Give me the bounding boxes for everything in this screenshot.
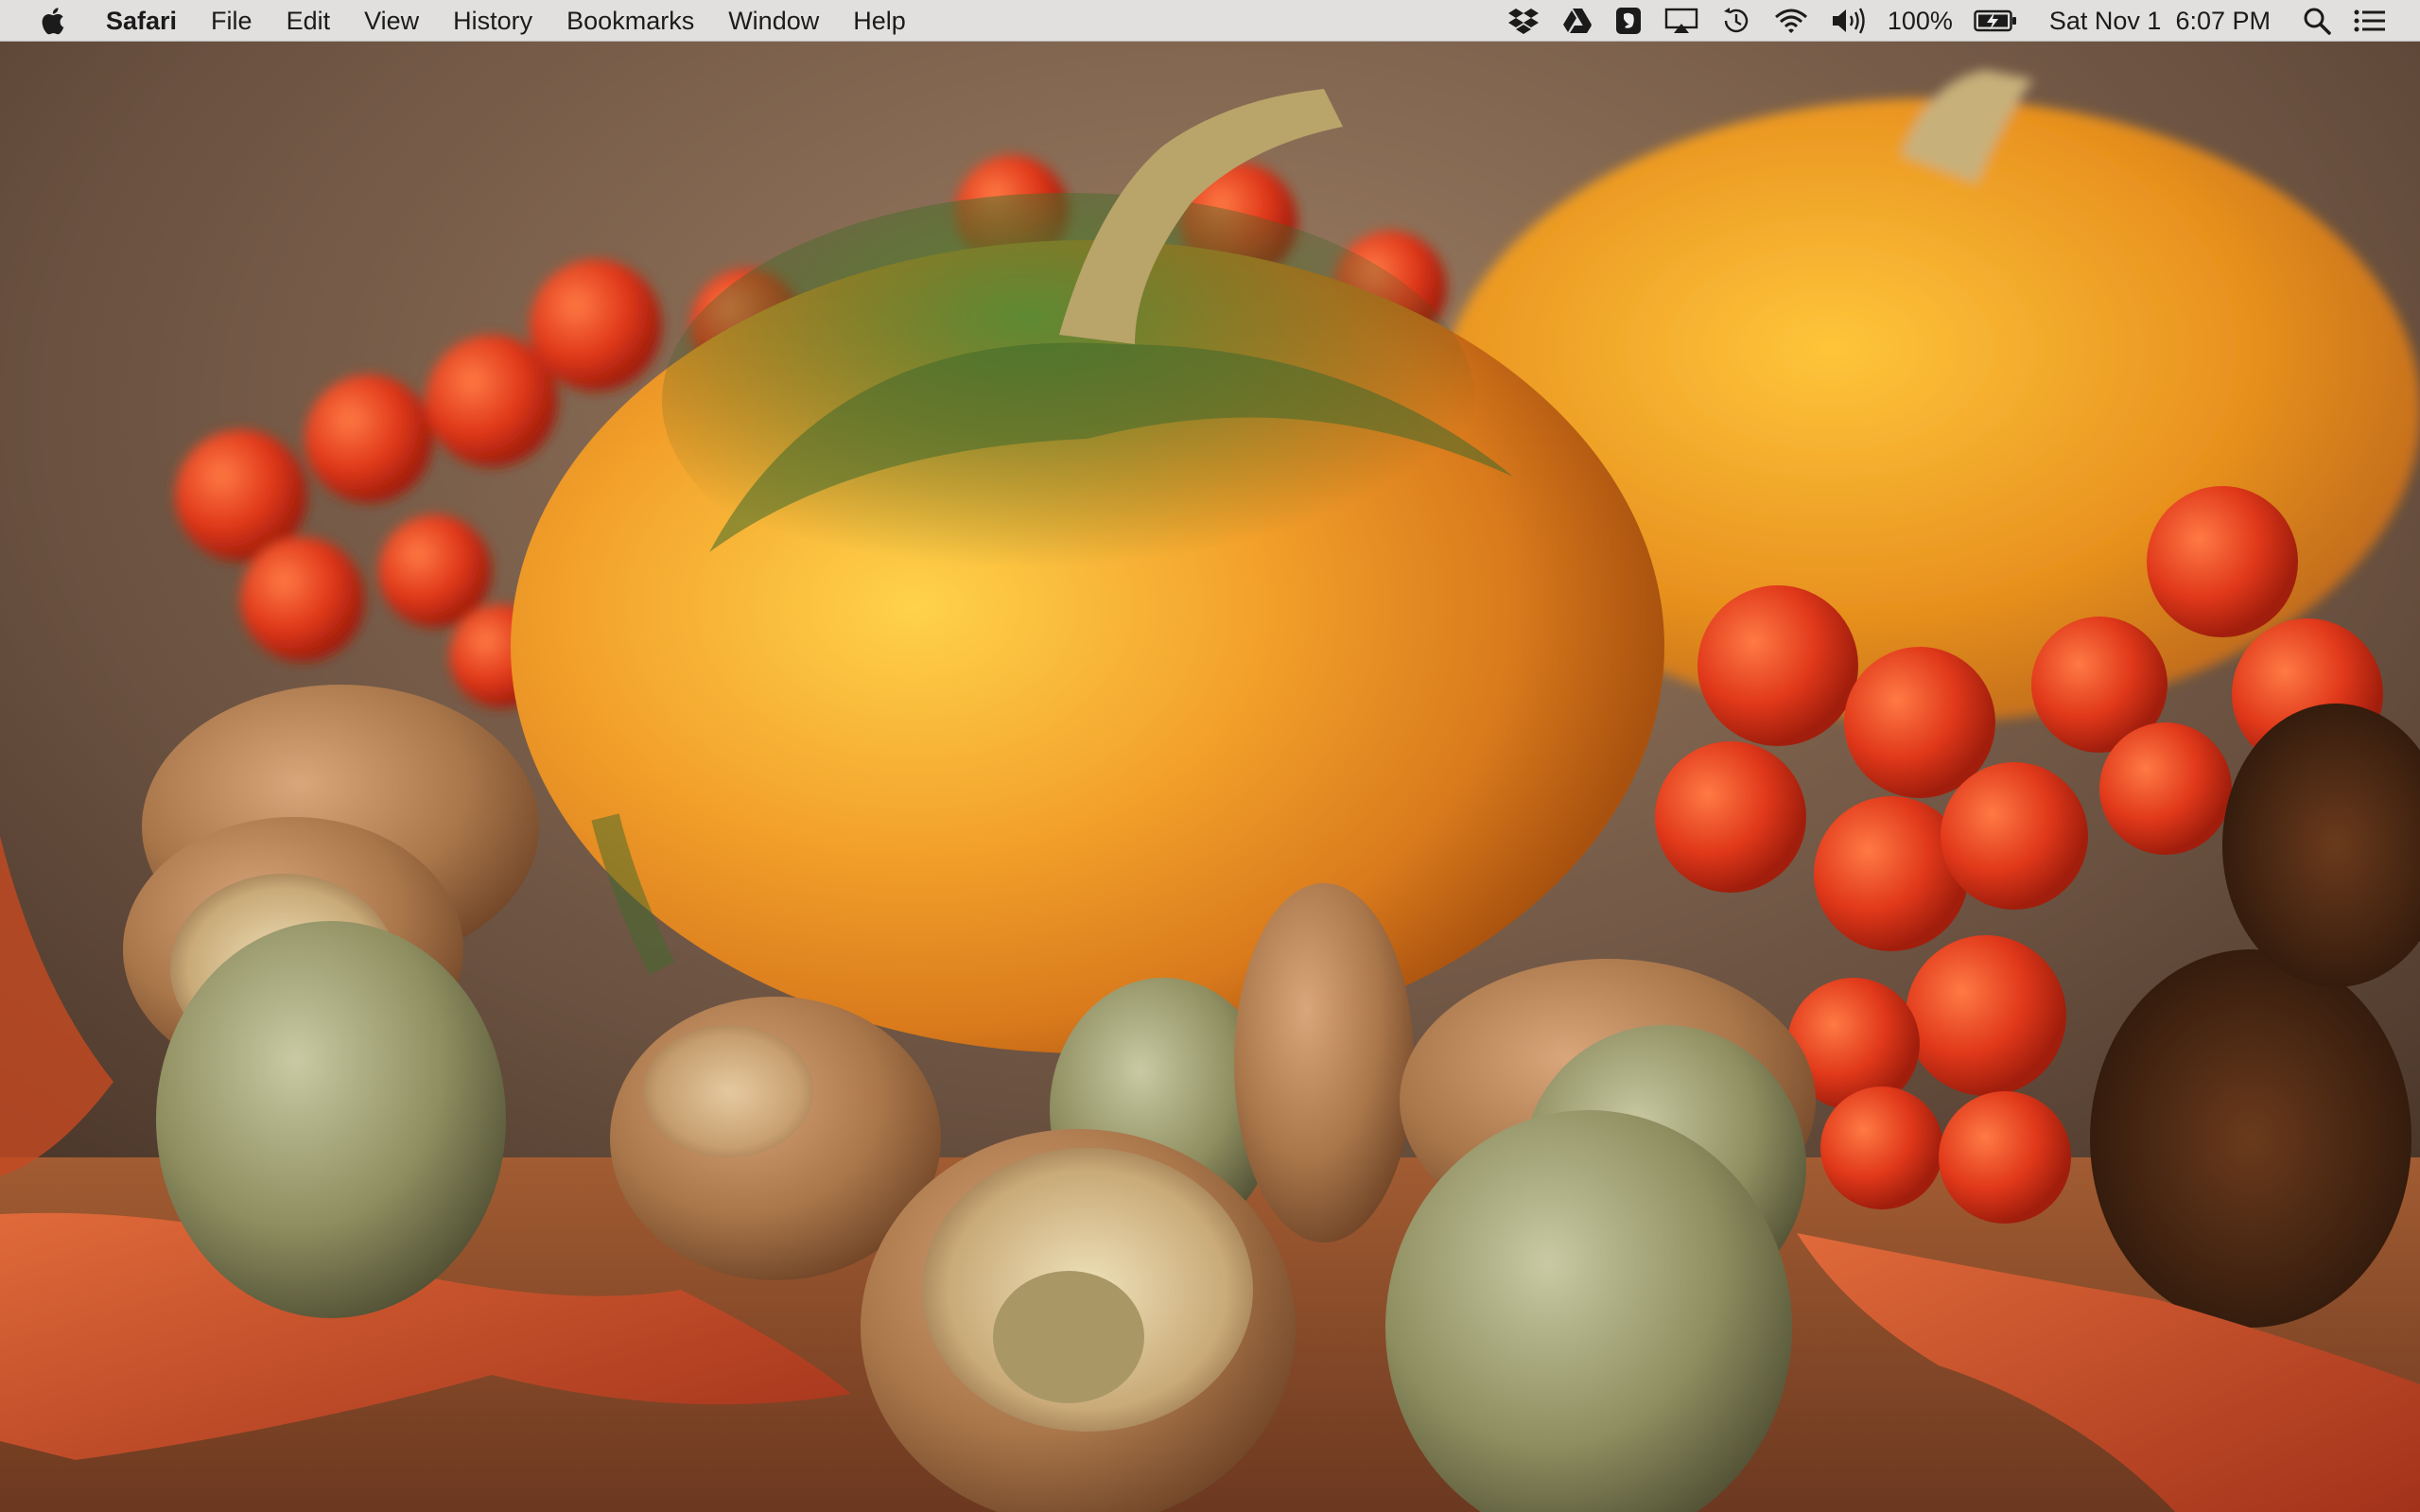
menu-edit[interactable]: Edit <box>270 0 348 42</box>
menu-bar-clock[interactable]: Sat Nov 1 6:07 PM <box>2028 0 2291 42</box>
menu-bar-left: Safari File Edit View History Bookmarks … <box>0 0 923 41</box>
menu-bar-status-area: 100% Sat Nov 1 6:07 PM <box>1496 0 2420 41</box>
menu-bar: Safari File Edit View History Bookmarks … <box>0 0 2420 42</box>
airplay-icon[interactable] <box>1653 0 1710 42</box>
battery-percent[interactable]: 100% <box>1878 0 1962 42</box>
dropbox-icon[interactable] <box>1496 0 1551 42</box>
desktop: Safari File Edit View History Bookmarks … <box>0 0 2420 1512</box>
menu-window[interactable]: Window <box>711 0 836 42</box>
desktop-wallpaper <box>0 42 2420 1512</box>
menu-history[interactable]: History <box>436 0 549 42</box>
google-drive-icon[interactable] <box>1551 0 1604 42</box>
time-machine-icon[interactable] <box>1710 0 1763 42</box>
notification-center-icon[interactable] <box>2342 0 2397 42</box>
wifi-icon[interactable] <box>1763 0 1819 42</box>
menu-view[interactable]: View <box>347 0 436 42</box>
apple-menu-icon[interactable] <box>40 7 64 35</box>
menu-help[interactable]: Help <box>836 0 923 42</box>
menu-bookmarks[interactable]: Bookmarks <box>549 0 711 42</box>
spotlight-search-icon[interactable] <box>2291 0 2342 42</box>
battery-charging-icon[interactable] <box>1962 0 2028 42</box>
volume-icon[interactable] <box>1819 0 1878 42</box>
menu-app-name[interactable]: Safari <box>89 0 194 42</box>
evernote-icon[interactable] <box>1604 0 1653 42</box>
menu-file[interactable]: File <box>194 0 270 42</box>
